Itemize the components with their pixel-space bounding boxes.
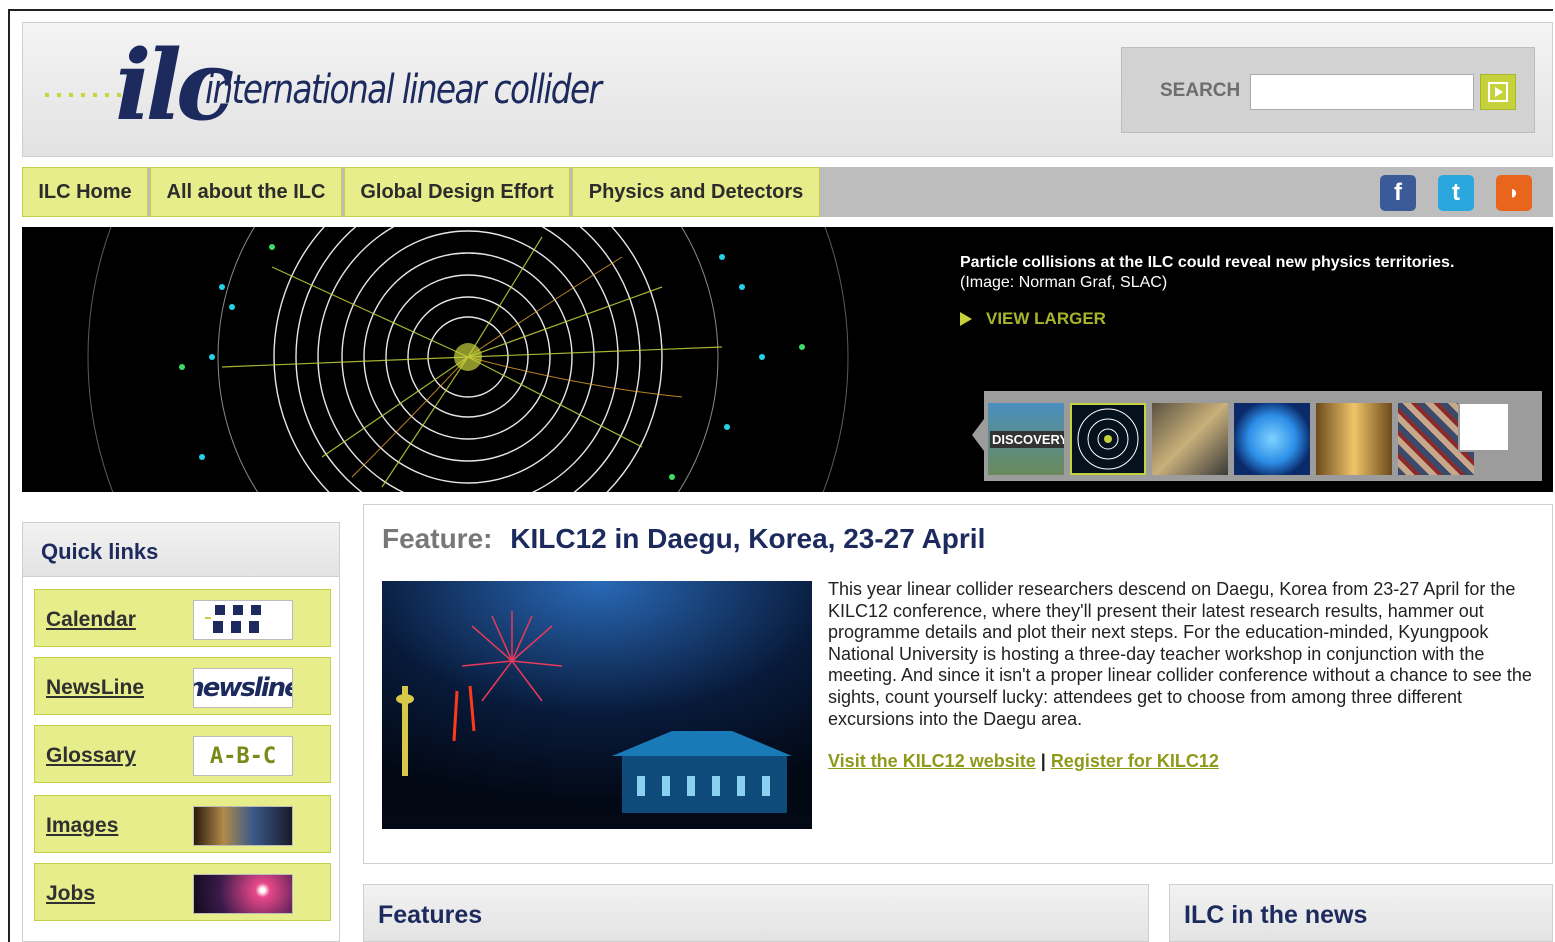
feature-title[interactable]: KILC12 in Daegu, Korea, 23-27 April: [510, 523, 985, 554]
hero-caption-headline: Particle collisions at the ILC could rev…: [960, 254, 1455, 271]
feature-panel: Feature: KILC12 in Daegu, Korea, 23-27 A…: [363, 504, 1553, 864]
feature-body: This year linear collider researchers de…: [828, 579, 1532, 729]
features-section-title: Features: [363, 884, 1149, 942]
search-label: SEARCH: [1160, 80, 1241, 101]
link-separator: |: [1040, 751, 1046, 771]
facebook-icon[interactable]: f: [1380, 175, 1416, 211]
nav-item-all-about-ilc[interactable]: All about the ILC: [150, 167, 342, 217]
hero-caption: Particle collisions at the ILC could rev…: [960, 253, 1454, 293]
logo-dots: [45, 93, 125, 97]
feature-heading: Feature: KILC12 in Daegu, Korea, 23-27 A…: [382, 523, 985, 555]
search-box: SEARCH: [1121, 47, 1535, 133]
main-nav: ILC Home All about the ILC Global Design…: [22, 167, 1553, 217]
thumbnail-cavity[interactable]: [1316, 403, 1392, 475]
page-frame-top: [8, 9, 1553, 11]
feature-links: Visit the KILC12 website | Register for …: [828, 751, 1219, 772]
newsline-logo-icon: newsline: [193, 668, 293, 708]
quick-link-images[interactable]: Images: [34, 795, 331, 853]
thumbnail-next[interactable]: [1458, 402, 1510, 452]
quick-link-jobs[interactable]: Jobs: [34, 863, 331, 921]
quick-link-calendar[interactable]: Calendar: [34, 589, 331, 647]
nav-item-ilc-home[interactable]: ILC Home: [22, 167, 148, 217]
visit-kilc12-link[interactable]: Visit the KILC12 website: [828, 751, 1036, 771]
view-larger-link[interactable]: VIEW LARGER: [960, 309, 1106, 329]
jobs-thumbnail-icon: [193, 874, 293, 914]
quick-link-label: Calendar: [46, 608, 136, 631]
quick-link-newsline[interactable]: NewsLine newsline: [34, 657, 331, 715]
glossary-icon-text: A-B-C: [209, 743, 277, 769]
feature-fireworks-image[interactable]: [382, 581, 812, 829]
quick-link-label: Images: [46, 814, 119, 837]
feature-prefix: Feature:: [382, 523, 493, 554]
quick-link-label: NewsLine: [46, 676, 145, 699]
thumbnail-pointer: [972, 419, 984, 451]
search-submit-button[interactable]: [1480, 74, 1516, 110]
thumbnail-lab[interactable]: [1152, 403, 1228, 475]
play-arrow-icon: [960, 312, 972, 326]
glossary-abc-icon: A-B-C: [193, 736, 293, 776]
quick-link-label: Glossary: [46, 744, 136, 767]
hero-banner: Particle collisions at the ILC could rev…: [22, 227, 1553, 492]
particle-collision-image[interactable]: [22, 227, 922, 492]
rss-icon[interactable]: ◗: [1496, 175, 1532, 211]
site-header: ilc international linear collider SEARCH: [22, 22, 1553, 157]
ilc-in-the-news-title: ILC in the news: [1169, 884, 1553, 942]
nav-item-physics-detectors[interactable]: Physics and Detectors: [572, 167, 820, 217]
thumbnail-collision[interactable]: [1070, 403, 1146, 475]
page-frame-left: [8, 10, 10, 942]
nav-item-global-design-effort[interactable]: Global Design Effort: [344, 167, 570, 217]
newsline-logo-text: newsline: [194, 673, 292, 703]
twitter-icon[interactable]: t: [1438, 175, 1474, 211]
quick-links-title: Quick links: [23, 523, 339, 577]
thumbnail-discovery[interactable]: DISCOVERY: [988, 403, 1064, 475]
site-logo-text[interactable]: international linear collider: [205, 67, 602, 113]
calendar-icon: [193, 600, 293, 640]
quick-link-glossary[interactable]: Glossary A-B-C: [34, 725, 331, 783]
quick-link-label: Jobs: [46, 882, 96, 905]
thumbnail-label: DISCOVERY: [990, 431, 1064, 448]
hero-caption-credit: (Image: Norman Graf, SLAC): [960, 274, 1168, 291]
images-thumbnail-icon: [193, 806, 293, 846]
thumbnail-blue-glow[interactable]: [1234, 403, 1310, 475]
search-input[interactable]: [1250, 74, 1474, 110]
play-arrow-icon: [1488, 82, 1508, 102]
quick-links-panel: Quick links Calendar NewsLine newsline G…: [22, 522, 340, 942]
view-larger-label: VIEW LARGER: [986, 309, 1106, 328]
register-kilc12-link[interactable]: Register for KILC12: [1051, 751, 1219, 771]
